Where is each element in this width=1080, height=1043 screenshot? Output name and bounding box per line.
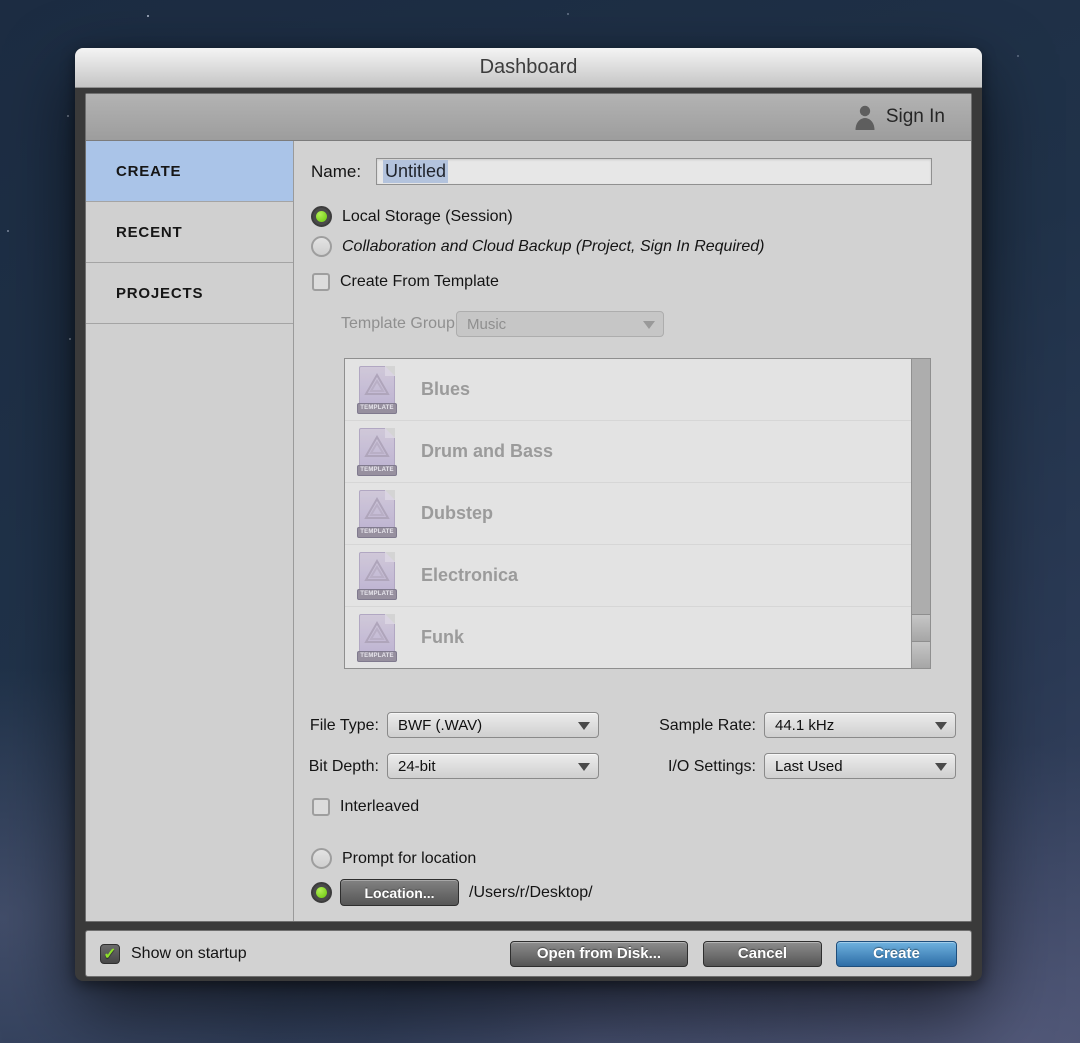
name-value-selected-text: Untitled — [383, 160, 448, 183]
desktop-stars — [147, 15, 149, 17]
chevron-down-icon — [935, 722, 947, 730]
bottom-bar: ✓ Show on startup Open from Disk... Canc… — [85, 930, 972, 977]
template-row-funk[interactable]: TEMPLATE Funk — [345, 607, 930, 669]
chevron-down-icon — [578, 763, 590, 771]
bit-depth-label: Bit Depth: — [236, 758, 379, 776]
show-on-startup-checkbox[interactable]: ✓ — [100, 944, 120, 964]
template-file-icon: TEMPLATE — [357, 552, 397, 600]
template-file-icon: TEMPLATE — [357, 428, 397, 476]
window-titlebar[interactable]: Dashboard — [75, 48, 982, 88]
main-panel: Sign In CREATE RECENT PROJECTS Name: Unt… — [85, 93, 972, 922]
sidebar-item-recent[interactable]: RECENT — [86, 202, 293, 263]
location-radio[interactable] — [311, 882, 332, 903]
show-on-startup-label: Show on startup — [131, 945, 247, 963]
template-name: Dubstep — [421, 503, 493, 524]
show-on-startup-option[interactable]: ✓ Show on startup — [100, 944, 510, 964]
location-path: /Users/r/Desktop/ — [469, 884, 593, 902]
user-icon — [853, 104, 877, 130]
template-file-icon: TEMPLATE — [357, 490, 397, 538]
interleaved-option[interactable]: Interleaved — [312, 798, 419, 816]
sidebar-item-projects[interactable]: PROJECTS — [86, 263, 293, 324]
checkmark-icon: ✓ — [103, 944, 116, 964]
bit-depth-value: 24-bit — [398, 758, 436, 775]
chevron-down-icon — [578, 722, 590, 730]
template-name: Electronica — [421, 565, 518, 586]
file-type-value: BWF (.WAV) — [398, 717, 482, 734]
open-from-disk-button[interactable]: Open from Disk... — [510, 941, 688, 967]
dashboard-window: Dashboard Sign In CREATE RECENT PROJECTS… — [75, 48, 982, 981]
template-group-dropdown[interactable]: Music — [456, 311, 664, 337]
template-name: Drum and Bass — [421, 441, 553, 462]
file-type-dropdown[interactable]: BWF (.WAV) — [387, 712, 599, 738]
location-button[interactable]: Location... — [340, 879, 459, 906]
template-list[interactable]: TEMPLATE Blues TEMPLATE Drum and Bass — [344, 358, 931, 669]
location-option[interactable]: Location... /Users/r/Desktop/ — [311, 879, 593, 906]
io-settings-dropdown[interactable]: Last Used — [764, 753, 956, 779]
template-file-icon: TEMPLATE — [357, 614, 397, 662]
prompt-for-location-radio[interactable] — [311, 848, 332, 869]
template-row-blues[interactable]: TEMPLATE Blues — [345, 359, 930, 421]
panel-header: Sign In — [86, 94, 971, 141]
io-settings-label: I/O Settings: — [613, 758, 756, 776]
local-storage-option[interactable]: Local Storage (Session) — [311, 206, 513, 227]
name-input[interactable]: Untitled — [376, 158, 932, 185]
name-label: Name: — [311, 162, 361, 182]
local-storage-label: Local Storage (Session) — [342, 208, 513, 226]
scroll-up-button[interactable] — [912, 614, 930, 641]
create-from-template-label: Create From Template — [340, 273, 499, 291]
prompt-for-location-label: Prompt for location — [342, 850, 476, 868]
template-row-electronica[interactable]: TEMPLATE Electronica — [345, 545, 930, 607]
template-name: Blues — [421, 379, 470, 400]
chevron-down-icon — [935, 763, 947, 771]
chevron-down-icon — [643, 321, 655, 329]
collaboration-radio[interactable] — [311, 236, 332, 257]
bit-depth-dropdown[interactable]: 24-bit — [387, 753, 599, 779]
sample-rate-value: 44.1 kHz — [775, 717, 834, 734]
cancel-button[interactable]: Cancel — [703, 941, 822, 967]
template-file-icon: TEMPLATE — [357, 366, 397, 414]
interleaved-label: Interleaved — [340, 798, 419, 816]
scroll-down-button[interactable] — [912, 641, 930, 668]
template-row-drum-and-bass[interactable]: TEMPLATE Drum and Bass — [345, 421, 930, 483]
create-button[interactable]: Create — [836, 941, 957, 967]
sign-in-button[interactable]: Sign In — [886, 106, 945, 128]
collaboration-option[interactable]: Collaboration and Cloud Backup (Project,… — [311, 236, 764, 257]
collaboration-label: Collaboration and Cloud Backup (Project,… — [342, 238, 764, 256]
interleaved-checkbox[interactable] — [312, 798, 330, 816]
sample-rate-dropdown[interactable]: 44.1 kHz — [764, 712, 956, 738]
window-title: Dashboard — [480, 56, 578, 79]
io-settings-value: Last Used — [775, 758, 843, 775]
local-storage-radio[interactable] — [311, 206, 332, 227]
template-group-label: Template Group: — [341, 315, 459, 333]
template-row-dubstep[interactable]: TEMPLATE Dubstep — [345, 483, 930, 545]
template-list-scrollbar[interactable] — [911, 359, 930, 668]
template-group-value: Music — [467, 316, 506, 333]
template-name: Funk — [421, 627, 464, 648]
sample-rate-label: Sample Rate: — [613, 717, 756, 735]
file-type-label: File Type: — [236, 717, 379, 735]
sidebar: CREATE RECENT PROJECTS — [86, 141, 294, 921]
sidebar-item-create[interactable]: CREATE — [86, 141, 293, 202]
create-from-template-checkbox[interactable] — [312, 273, 330, 291]
create-from-template-option[interactable]: Create From Template — [312, 273, 499, 291]
prompt-for-location-option[interactable]: Prompt for location — [311, 848, 476, 869]
